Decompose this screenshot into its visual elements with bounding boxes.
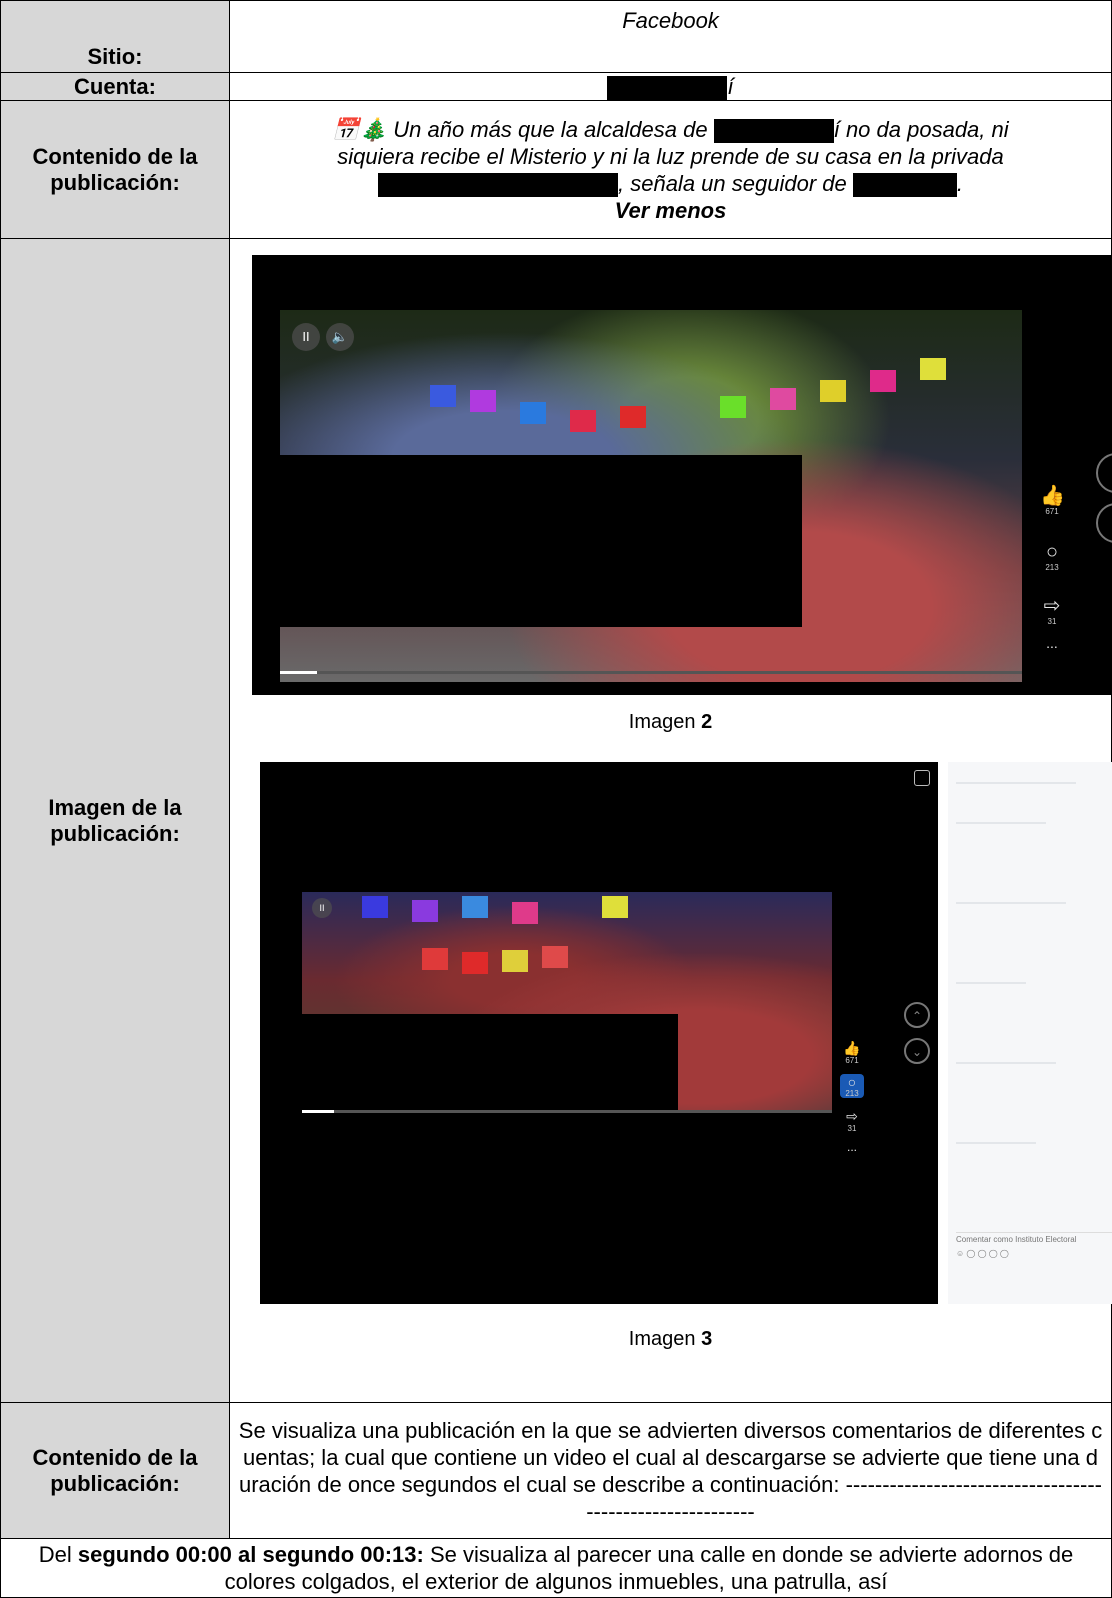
volume-button[interactable]: 🔈 xyxy=(326,323,354,352)
document-table: Sitio: Facebook Cuenta: í Contenido de l… xyxy=(0,0,1112,1598)
description-label: Contenido de la publicación: xyxy=(0,1402,230,1540)
redaction xyxy=(607,76,728,101)
more-options-icon[interactable]: ... xyxy=(1040,635,1064,651)
site-label: Sitio: xyxy=(0,0,230,73)
comment-input[interactable]: Comentar como Instituto Electoral ☺ ◯ ◯ ◯… xyxy=(956,1232,1112,1273)
video-modal: II 👍 671 ○ 213 ⇨ 31 ... ⌃ ⌄ xyxy=(260,762,938,1305)
video-screenshot-2: II 👍 671 ○ 213 ⇨ 31 ... ⌃ ⌄ Comentar com… xyxy=(230,762,1112,1312)
video-screenshot-1: II 🔈 👍671 ○213 ⇨31 ... ⌃ ⌄ xyxy=(252,255,1112,696)
account-label: Cuenta: xyxy=(0,71,230,102)
like-icon[interactable]: 👍 671 xyxy=(840,1040,864,1065)
chevron-down-icon[interactable]: ⌄ xyxy=(904,1038,930,1065)
progress-bar[interactable] xyxy=(302,1110,832,1114)
caption-image-3: Imagen 3 xyxy=(628,1328,713,1351)
share-icon[interactable]: ⇨ 31 xyxy=(1040,593,1064,626)
post-emoji: 📅🎄 xyxy=(332,116,388,142)
pause-button[interactable]: II xyxy=(292,323,320,352)
comments-panel: Comentar como Instituto Electoral ☺ ◯ ◯ ◯… xyxy=(948,762,1112,1305)
image-cell: II 🔈 👍671 ○213 ⇨31 ... ⌃ ⌄ Imagen 2 xyxy=(229,238,1112,1404)
content-value: 📅🎄 Un año más que la alcaldesa de í no d… xyxy=(229,100,1112,240)
redaction xyxy=(302,1014,678,1183)
expand-icon[interactable] xyxy=(914,770,930,787)
description-value: Se visualiza una publicación en la que s… xyxy=(229,1402,1112,1540)
image-label: Imagen de la publicación: xyxy=(0,238,230,1404)
chevron-down-icon[interactable]: ⌄ xyxy=(1096,503,1112,544)
chevron-up-icon[interactable]: ⌃ xyxy=(1096,453,1112,494)
share-icon[interactable]: ⇨ 31 xyxy=(840,1108,864,1133)
chevron-up-icon[interactable]: ⌃ xyxy=(904,1002,930,1029)
segment-description: Del segundo 00:00 al segundo 00:13: Se v… xyxy=(0,1538,1112,1598)
account-value: í xyxy=(229,71,1112,102)
redaction xyxy=(713,118,834,143)
progress-bar[interactable] xyxy=(280,671,1022,675)
caption-image-2: Imagen 2 xyxy=(628,711,713,734)
like-icon[interactable]: 👍 671 xyxy=(1040,483,1065,516)
redaction xyxy=(378,172,618,197)
redaction xyxy=(852,172,957,197)
more-options-icon[interactable]: ... xyxy=(840,1140,864,1154)
comment-icon[interactable]: ○ 213 xyxy=(1040,541,1064,572)
see-less-link[interactable]: Ver menos xyxy=(230,197,1111,224)
comment-icon[interactable]: ○ 213 xyxy=(840,1074,864,1099)
redaction xyxy=(280,455,802,628)
site-value: Facebook xyxy=(229,0,1112,73)
content-label: Contenido de la publicación: xyxy=(0,100,230,240)
